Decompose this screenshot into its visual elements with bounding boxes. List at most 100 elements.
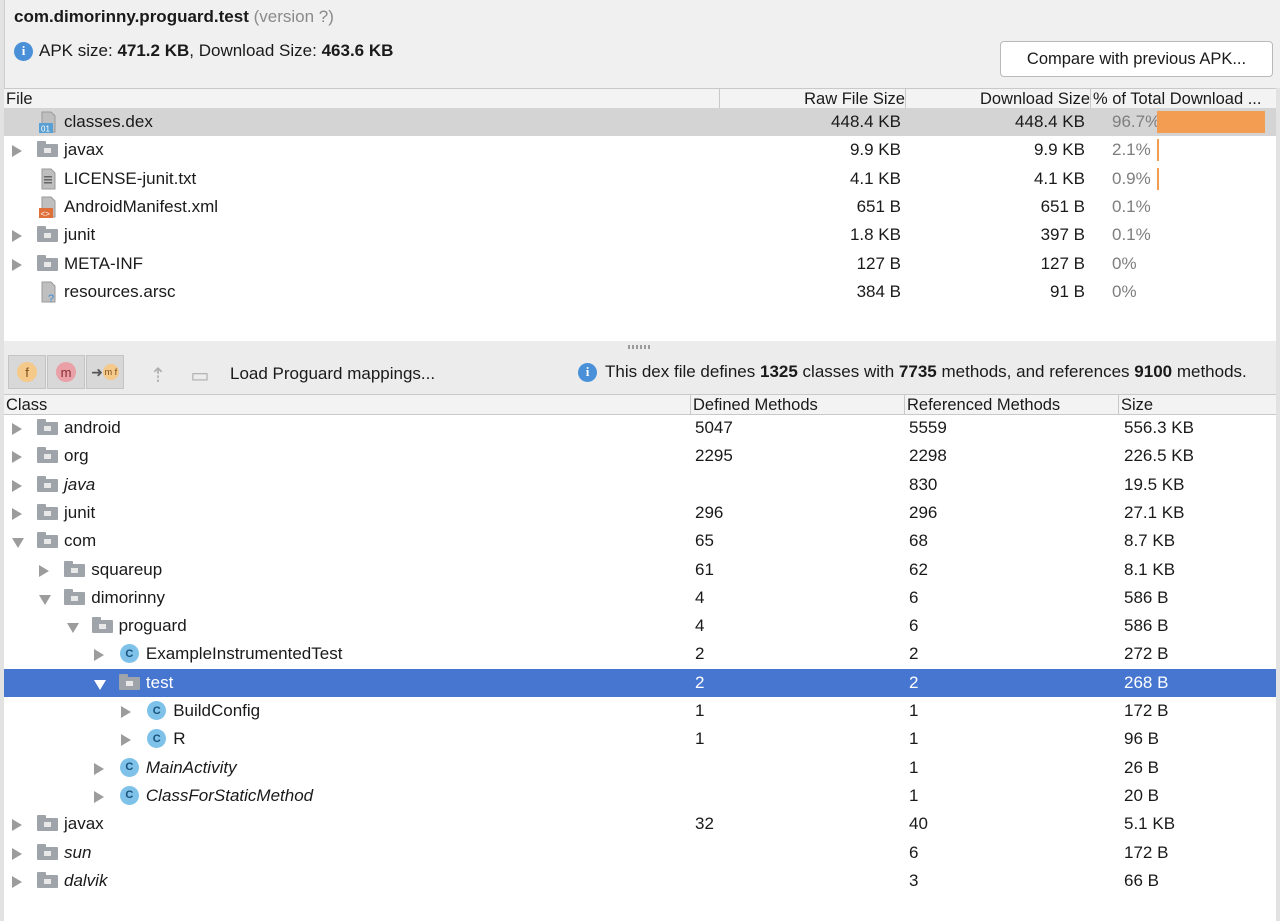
percent-of-total: 0.1%: [1112, 196, 1151, 216]
class-row[interactable]: org 2295 2298 226.5 KB: [4, 442, 1276, 470]
column-header-download-size[interactable]: Download Size: [905, 89, 1090, 108]
expand-arrow-icon[interactable]: [12, 423, 22, 435]
dex-info-summary: i This dex file defines 1325 classes wit…: [578, 362, 1247, 382]
class-size: 272 B: [1124, 644, 1169, 664]
expand-arrow-icon[interactable]: [12, 847, 22, 860]
file-row[interactable]: META-INF 127 B 127 B 0%: [4, 250, 1276, 278]
expand-arrow-icon[interactable]: [12, 507, 22, 520]
class-row[interactable]: dalvik 3 66 B: [4, 867, 1276, 895]
class-row[interactable]: test 2 2 268 B: [4, 668, 1276, 697]
percent-bar: [1157, 139, 1160, 162]
expand-arrow-icon[interactable]: [12, 819, 22, 832]
expand-arrow-icon[interactable]: [39, 564, 50, 577]
class-row[interactable]: C ClassForStaticMethod 1 20 B: [4, 782, 1276, 810]
column-header-raw-size[interactable]: Raw File Size: [719, 89, 905, 108]
column-header-file[interactable]: File: [4, 89, 720, 108]
defined-methods: 4: [695, 587, 705, 607]
column-header-referenced-methods[interactable]: Referenced Methods: [904, 395, 1118, 414]
class-name: test: [145, 672, 174, 692]
sort-icon[interactable]: ⇡: [146, 363, 170, 387]
class-row[interactable]: squareup 61 62 8.1 KB: [4, 556, 1276, 584]
collapse-arrow-icon[interactable]: [66, 623, 79, 634]
version-label: (version ?): [253, 7, 334, 26]
expand-arrow-icon[interactable]: [93, 762, 104, 775]
download-size: 448.4 KB: [1015, 112, 1085, 131]
referenced-methods: 2: [909, 672, 919, 692]
file-row[interactable]: <> AndroidManifest.xml 651 B 651 B 0.1%: [4, 193, 1276, 221]
class-name: ClassForStaticMethod: [145, 785, 314, 805]
arrow-icon: ➜: [91, 363, 103, 380]
collapse-arrow-icon[interactable]: [12, 538, 24, 549]
expand-arrow-icon[interactable]: [12, 230, 22, 243]
expand-arrow-icon[interactable]: [12, 258, 22, 271]
class-row[interactable]: C MainActivity 1 26 B: [4, 754, 1276, 782]
column-header-class[interactable]: Class: [4, 395, 691, 414]
column-header-defined-methods[interactable]: Defined Methods: [690, 395, 904, 414]
download-size: 91 B: [1050, 281, 1085, 301]
show-methods-toggle[interactable]: m: [47, 355, 85, 389]
class-icon: C: [119, 644, 139, 664]
file-name: javax: [64, 140, 104, 160]
class-row[interactable]: dimorinny 4 6 586 B: [4, 584, 1276, 612]
compare-apk-button[interactable]: Compare with previous APK...: [1000, 41, 1273, 77]
class-row[interactable]: junit 296 296 27.1 KB: [4, 499, 1276, 527]
class-size: 8.1 KB: [1124, 559, 1176, 579]
unknown-file-icon: ?: [39, 281, 57, 305]
referenced-methods: 40: [909, 814, 928, 834]
expand-arrow-icon[interactable]: [121, 734, 132, 747]
load-proguard-mappings-link[interactable]: Load Proguard mappings...: [230, 364, 435, 384]
file-row[interactable]: ? resources.arsc 384 B 91 B 0%: [4, 278, 1276, 306]
class-row[interactable]: java 830 19.5 KB: [4, 471, 1276, 499]
file-row[interactable]: javax 9.9 KB 9.9 KB 2.1%: [4, 136, 1276, 164]
file-row[interactable]: 01 classes.dex 448.4 KB 448.4 KB 96.7%: [4, 108, 1276, 136]
percent-of-total: 0.1%: [1112, 225, 1151, 245]
folder-toggle-icon[interactable]: ▭: [188, 363, 212, 387]
expand-arrow-icon[interactable]: [93, 649, 104, 662]
class-row[interactable]: C ExampleInstrumentedTest 2 2 272 B: [4, 640, 1276, 668]
referenced-methods: 3: [909, 870, 919, 890]
svg-text:01: 01: [41, 125, 50, 134]
download-size: 4.1 KB: [1033, 168, 1085, 188]
column-header-size[interactable]: Size: [1118, 395, 1276, 414]
raw-file-size: 127 B: [856, 253, 901, 273]
info-icon: i: [14, 41, 33, 61]
collapse-arrow-icon[interactable]: [39, 594, 52, 605]
class-row[interactable]: javax 32 40 5.1 KB: [4, 810, 1276, 838]
download-size: 127 B: [1040, 253, 1085, 273]
class-row[interactable]: proguard 4 6 586 B: [4, 612, 1276, 640]
splitter-grip[interactable]: [628, 345, 650, 349]
folder-icon: [37, 419, 58, 435]
expand-arrow-icon[interactable]: [12, 145, 22, 158]
file-row[interactable]: junit 1.8 KB 397 B 0.1%: [4, 221, 1276, 249]
class-table-header: Class Defined Methods Referenced Methods…: [4, 394, 1276, 415]
defined-methods: 2: [695, 644, 705, 664]
class-row[interactable]: android 5047 5559 556.3 KB: [4, 414, 1276, 442]
raw-file-size: 9.9 KB: [849, 140, 901, 160]
raw-file-size: 651 B: [856, 196, 901, 216]
class-row[interactable]: com 65 68 8.7 KB: [4, 527, 1276, 555]
class-row[interactable]: sun 6 172 B: [4, 839, 1276, 867]
class-row[interactable]: C R 1 1 96 B: [4, 725, 1276, 753]
file-row[interactable]: LICENSE-junit.txt 4.1 KB 4.1 KB 0.9%: [4, 165, 1276, 193]
apk-size-label: APK size:: [39, 41, 113, 60]
folder-icon: [37, 475, 58, 492]
defined-methods: 296: [695, 502, 724, 522]
class-name: android: [64, 418, 121, 437]
defined-methods: 1: [695, 729, 705, 749]
defined-methods: 61: [695, 559, 714, 579]
class-name: junit: [64, 502, 96, 522]
percent-of-total: 0%: [1112, 253, 1137, 273]
show-referenced-toggle[interactable]: ➜ m f: [86, 355, 124, 389]
expand-arrow-icon[interactable]: [93, 790, 104, 803]
expand-arrow-icon[interactable]: [121, 706, 132, 718]
class-row[interactable]: C BuildConfig 1 1 172 B: [4, 697, 1276, 725]
show-fields-toggle[interactable]: f: [8, 355, 46, 389]
expand-arrow-icon[interactable]: [12, 875, 22, 888]
file-name: classes.dex: [64, 112, 153, 131]
expand-arrow-icon[interactable]: [12, 451, 22, 464]
expand-arrow-icon[interactable]: [12, 479, 22, 492]
column-header-percent[interactable]: % of Total Download ...: [1090, 89, 1276, 108]
files-table-header: File Raw File Size Download Size % of To…: [4, 88, 1276, 109]
folder-icon: [37, 843, 58, 860]
collapse-arrow-icon[interactable]: [93, 679, 106, 690]
